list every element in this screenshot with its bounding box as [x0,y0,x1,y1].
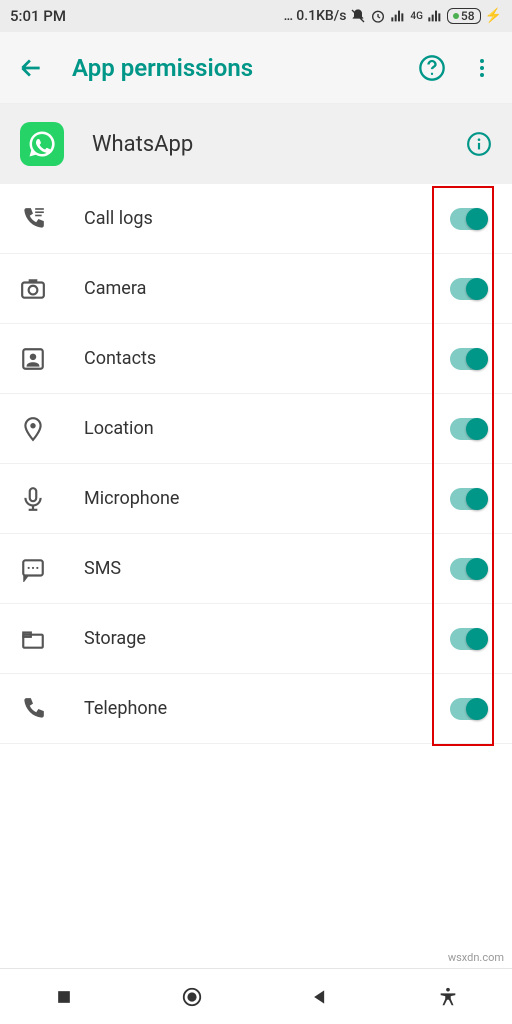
alarm-icon [370,8,386,24]
calllogs-icon [20,206,46,232]
nav-bar [0,968,512,1024]
status-time: 5:01 PM [10,7,66,25]
permission-label: Microphone [84,488,412,509]
microphone-icon [20,486,46,512]
info-icon[interactable] [466,131,492,157]
permission-row-camera[interactable]: Camera [0,254,512,324]
nav-accessibility-icon[interactable] [437,986,459,1008]
back-icon[interactable] [18,55,44,81]
permission-toggle[interactable] [450,698,488,720]
permission-label: Call logs [84,208,412,229]
permission-row-location[interactable]: Location [0,394,512,464]
app-name: WhatsApp [92,132,438,157]
notifications-off-icon [350,8,366,24]
camera-icon [20,276,46,302]
permission-toggle[interactable] [450,208,488,230]
signal-icon [390,8,406,24]
status-indicators: ... 0.1KB/s 4G 58 ⚡ [284,8,502,24]
permission-toggle[interactable] [450,348,488,370]
help-icon[interactable] [418,54,446,82]
nav-back-icon[interactable] [310,987,330,1007]
permission-label: Camera [84,278,412,299]
permission-toggle[interactable] [450,558,488,580]
permission-row-storage[interactable]: Storage [0,604,512,674]
whatsapp-icon [20,122,64,166]
page-title: App permissions [72,54,390,82]
more-icon[interactable] [470,56,494,80]
permission-row-sms[interactable]: SMS [0,534,512,604]
permission-row-contacts[interactable]: Contacts [0,324,512,394]
nav-recent-icon[interactable] [54,987,74,1007]
contacts-icon [20,346,46,372]
app-header: WhatsApp [0,104,512,184]
permission-row-microphone[interactable]: Microphone [0,464,512,534]
permission-toggle[interactable] [450,278,488,300]
toolbar: App permissions [0,32,512,104]
permission-toggle[interactable] [450,418,488,440]
permission-label: Location [84,418,412,439]
permission-toggle[interactable] [450,488,488,510]
permission-label: Contacts [84,348,412,369]
watermark: wsxdn.com [448,951,504,964]
permission-row-calllogs[interactable]: Call logs [0,184,512,254]
permission-label: SMS [84,558,412,579]
telephone-icon [20,696,46,722]
permission-row-telephone[interactable]: Telephone [0,674,512,744]
permission-toggle[interactable] [450,628,488,650]
location-icon [20,416,46,442]
nav-home-icon[interactable] [181,986,203,1008]
storage-icon [20,626,46,652]
sms-icon [20,556,46,582]
status-bar: 5:01 PM ... 0.1KB/s 4G 58 ⚡ [0,0,512,32]
signal-icon [427,8,443,24]
permission-label: Storage [84,628,412,649]
permission-label: Telephone [84,698,412,719]
permissions-list: Call logs Camera Contacts Location Microphon… [0,184,512,744]
battery-indicator: 58 [447,8,481,24]
